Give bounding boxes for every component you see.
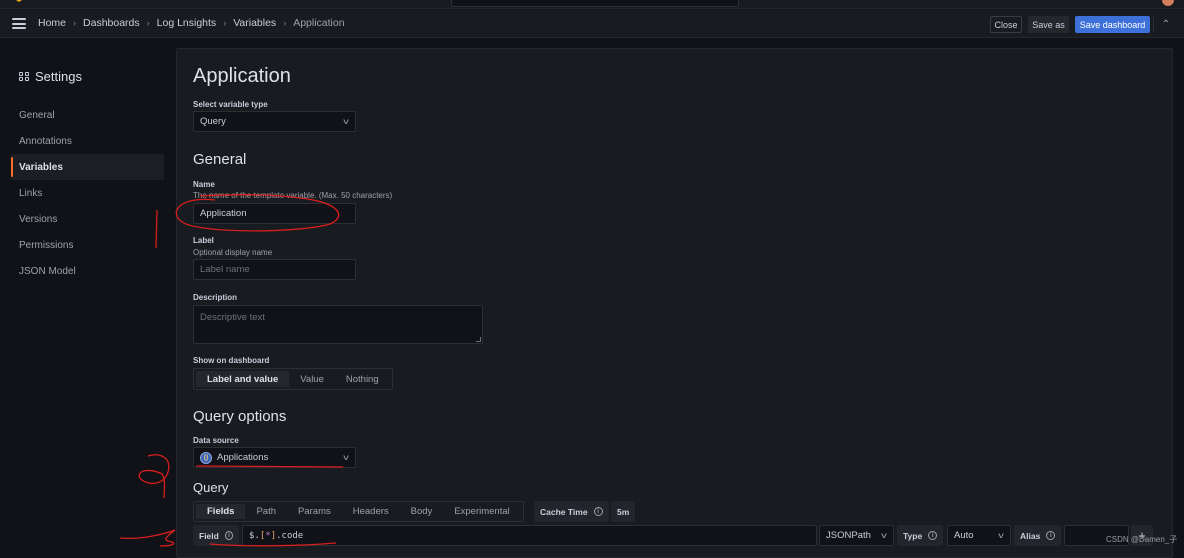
navbar: Home › Dashboards › Log Lnsights › Varia… xyxy=(0,10,1184,38)
cache-time-value[interactable]: 5m xyxy=(611,501,636,522)
label-label: Label xyxy=(193,236,214,245)
tab-params[interactable]: Params xyxy=(287,504,342,519)
variable-type-label: Select variable type xyxy=(193,100,268,109)
variable-editor-panel: Application Select variable type Query v… xyxy=(176,48,1173,558)
tab-headers[interactable]: Headers xyxy=(342,504,400,519)
type-label: Type i xyxy=(897,525,944,546)
code-token: .code xyxy=(276,530,304,541)
label-description: Optional display name xyxy=(193,248,273,257)
sidebar-item-json-model[interactable]: JSON Model xyxy=(11,258,164,284)
grid-icon xyxy=(19,71,29,82)
data-source-select[interactable]: {} Applications v xyxy=(193,447,356,468)
tab-fields[interactable]: Fields xyxy=(196,504,246,519)
settings-menu: General Annotations Variables Links Vers… xyxy=(11,102,164,284)
type-select[interactable]: Auto v xyxy=(947,525,1011,546)
type-label-text: Type xyxy=(903,530,923,541)
variable-type-value: Query xyxy=(200,116,226,127)
cache-time-text: Cache Time xyxy=(540,506,588,517)
info-icon[interactable]: i xyxy=(1046,531,1056,540)
chevron-down-icon: v xyxy=(881,531,887,540)
sidebar-item-versions[interactable]: Versions xyxy=(11,206,164,232)
chevron-right-icon: › xyxy=(283,18,287,28)
radio-label-and-value[interactable]: Label and value xyxy=(196,371,290,387)
sidebar-item-general[interactable]: General xyxy=(11,102,164,128)
json-api-datasource-icon: {} xyxy=(200,451,212,464)
tab-experimental[interactable]: Experimental xyxy=(443,504,520,519)
show-on-dashboard-label: Show on dashboard xyxy=(193,356,270,365)
field-language-select[interactable]: JSONPath v xyxy=(819,525,894,546)
info-icon[interactable]: i xyxy=(224,531,233,540)
chevron-down-icon: v xyxy=(343,117,349,126)
alias-label: Alias i xyxy=(1014,525,1062,546)
hamburger-icon[interactable] xyxy=(12,18,26,29)
query-tabs: Fields Path Params Headers Body Experime… xyxy=(193,501,524,522)
radio-value[interactable]: Value xyxy=(289,371,335,387)
description-label: Description xyxy=(193,293,238,302)
field-jsonpath-input[interactable]: $.[*] .code xyxy=(242,525,817,546)
field-label: Field i xyxy=(193,525,239,546)
breadcrumb-variables[interactable]: Variables xyxy=(233,17,276,29)
divider xyxy=(1153,17,1154,32)
sidebar-item-links[interactable]: Links xyxy=(11,180,164,206)
breadcrumb-dashboard[interactable]: Log Lnsights xyxy=(157,17,217,29)
type-value: Auto xyxy=(954,530,974,541)
chevron-right-icon: › xyxy=(73,18,77,28)
name-label: Name xyxy=(193,180,215,189)
description-placeholder: Descriptive text xyxy=(200,312,265,323)
general-heading: General xyxy=(193,151,247,168)
page-title: Application xyxy=(193,65,291,87)
settings-title-label: Settings xyxy=(35,69,82,84)
sidebar-item-variables[interactable]: Variables xyxy=(11,154,164,180)
user-avatar[interactable] xyxy=(1162,0,1174,6)
code-token: $. xyxy=(249,530,260,541)
grafana-logo-icon[interactable] xyxy=(12,0,26,6)
variable-type-select[interactable]: Query v xyxy=(193,111,356,132)
chevron-down-icon: v xyxy=(343,453,349,462)
name-description: The name of the template variable. (Max.… xyxy=(193,191,393,200)
save-dashboard-button[interactable]: Save dashboard xyxy=(1075,16,1150,33)
field-label-text: Field xyxy=(199,530,219,541)
chevron-down-icon: v xyxy=(998,531,1004,540)
settings-sidebar: Settings General Annotations Variables L… xyxy=(0,39,176,550)
chevron-right-icon: › xyxy=(223,18,227,28)
close-button[interactable]: Close xyxy=(990,16,1022,33)
info-icon[interactable]: i xyxy=(593,507,603,516)
tab-path[interactable]: Path xyxy=(245,504,287,519)
query-heading: Query xyxy=(193,480,229,495)
top-bar xyxy=(0,0,1184,9)
save-as-button[interactable]: Save as xyxy=(1028,16,1069,33)
description-textarea[interactable]: Descriptive text xyxy=(193,305,483,344)
breadcrumb-current: Application xyxy=(293,17,345,29)
search-input[interactable] xyxy=(451,0,739,7)
radio-nothing[interactable]: Nothing xyxy=(335,371,390,387)
data-source-value: Applications xyxy=(217,452,269,463)
breadcrumb-dashboards[interactable]: Dashboards xyxy=(83,17,140,29)
tab-body[interactable]: Body xyxy=(400,504,444,519)
show-on-dashboard-radio-group: Label and value Value Nothing xyxy=(193,368,393,390)
alias-label-text: Alias xyxy=(1020,530,1041,541)
resize-handle-icon[interactable] xyxy=(476,337,481,342)
breadcrumb-home[interactable]: Home xyxy=(38,17,66,29)
settings-title: Settings xyxy=(19,69,82,84)
label-input[interactable]: Label name xyxy=(193,259,356,280)
info-icon[interactable]: i xyxy=(928,531,938,540)
cache-time-label: Cache Time i xyxy=(534,501,609,522)
sidebar-item-permissions[interactable]: Permissions xyxy=(11,232,164,258)
chevron-up-icon[interactable]: ⌃ xyxy=(1158,16,1174,33)
data-source-label: Data source xyxy=(193,436,239,445)
watermark: CSDN @Damen_子 xyxy=(1106,535,1178,544)
name-input[interactable]: Application xyxy=(193,203,356,224)
chevron-right-icon: › xyxy=(146,18,150,28)
sidebar-item-annotations[interactable]: Annotations xyxy=(11,128,164,154)
query-options-heading: Query options xyxy=(193,408,287,425)
field-language-value: JSONPath xyxy=(826,530,871,541)
breadcrumb: Home › Dashboards › Log Lnsights › Varia… xyxy=(38,17,345,29)
